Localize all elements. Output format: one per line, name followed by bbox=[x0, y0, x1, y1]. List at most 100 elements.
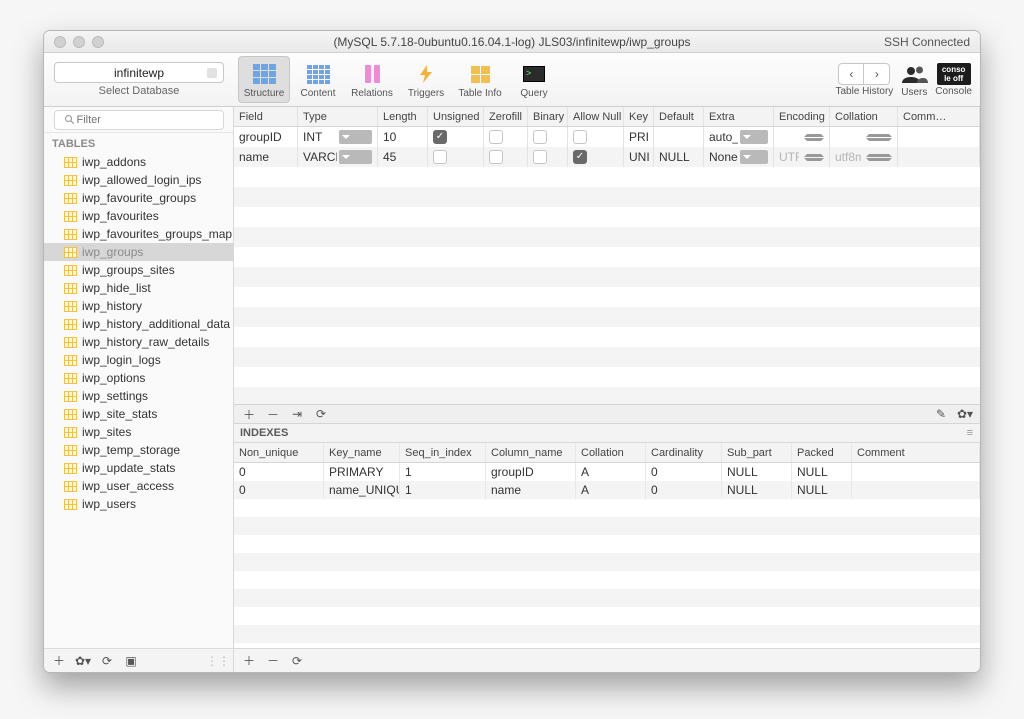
cell-type[interactable]: INT bbox=[298, 127, 378, 147]
table-item[interactable]: iwp_users bbox=[44, 495, 233, 513]
refresh-columns-button[interactable]: ⟳ bbox=[310, 406, 332, 422]
console-button[interactable]: console off Console bbox=[935, 63, 972, 97]
cell-zerofill[interactable] bbox=[484, 127, 528, 147]
idx-collation[interactable]: A bbox=[576, 463, 646, 481]
cell-key[interactable]: UNI bbox=[624, 147, 654, 167]
idx-column[interactable]: name bbox=[486, 481, 576, 499]
idx-column[interactable]: groupID bbox=[486, 463, 576, 481]
idx-header-keyname[interactable]: Key_name bbox=[324, 443, 400, 462]
table-item[interactable]: iwp_sites bbox=[44, 423, 233, 441]
edit-columns-button[interactable]: ✎ bbox=[930, 406, 952, 422]
header-zerofill[interactable]: Zerofill bbox=[484, 107, 528, 126]
triggers-tab[interactable]: Triggers bbox=[400, 56, 452, 103]
header-collation[interactable]: Collation bbox=[830, 107, 898, 126]
cell-length[interactable]: 10 bbox=[378, 127, 428, 147]
window-close-button[interactable] bbox=[54, 36, 66, 48]
table-item[interactable]: iwp_groups_sites bbox=[44, 261, 233, 279]
idx-comment[interactable] bbox=[852, 481, 980, 499]
idx-packed[interactable]: NULL bbox=[792, 481, 852, 499]
idx-cardinality[interactable]: 0 bbox=[646, 463, 722, 481]
table-item[interactable]: iwp_history_raw_details bbox=[44, 333, 233, 351]
table-item[interactable]: iwp_hide_list bbox=[44, 279, 233, 297]
tableinfo-tab[interactable]: Table Info bbox=[454, 56, 506, 103]
idx-header-subpart[interactable]: Sub_part bbox=[722, 443, 792, 462]
content-tab[interactable]: Content bbox=[292, 56, 344, 103]
cell-default[interactable] bbox=[654, 127, 704, 147]
cell-allownull[interactable] bbox=[568, 127, 624, 147]
table-item[interactable]: iwp_history_additional_data bbox=[44, 315, 233, 333]
idx-keyname[interactable]: PRIMARY bbox=[324, 463, 400, 481]
add-index-button[interactable]: ＋ bbox=[238, 652, 260, 670]
cell-extra[interactable]: None bbox=[704, 147, 774, 167]
collapse-handle[interactable]: ⋮⋮ bbox=[207, 652, 229, 670]
idx-header-column[interactable]: Column_name bbox=[486, 443, 576, 462]
table-item[interactable]: iwp_favourite_groups bbox=[44, 189, 233, 207]
refresh-indexes-button[interactable]: ⟳ bbox=[286, 652, 308, 670]
idx-seq[interactable]: 1 bbox=[400, 463, 486, 481]
relations-tab[interactable]: Relations bbox=[346, 56, 398, 103]
cell-comment[interactable] bbox=[898, 147, 980, 167]
filter-input[interactable] bbox=[54, 110, 224, 130]
table-item[interactable]: iwp_options bbox=[44, 369, 233, 387]
table-item[interactable]: iwp_settings bbox=[44, 387, 233, 405]
header-allownull[interactable]: Allow Null bbox=[568, 107, 624, 126]
cell-binary[interactable] bbox=[528, 147, 568, 167]
cell-binary[interactable] bbox=[528, 127, 568, 147]
header-unsigned[interactable]: Unsigned bbox=[428, 107, 484, 126]
window-zoom-button[interactable] bbox=[92, 36, 104, 48]
header-type[interactable]: Type bbox=[298, 107, 378, 126]
idx-nonunique[interactable]: 0 bbox=[234, 463, 324, 481]
cell-field[interactable]: name bbox=[234, 147, 298, 167]
cell-unsigned[interactable] bbox=[428, 127, 484, 147]
table-item[interactable]: iwp_temp_storage bbox=[44, 441, 233, 459]
idx-comment[interactable] bbox=[852, 463, 980, 481]
remove-column-button[interactable]: － bbox=[262, 406, 284, 422]
indexes-view-toggle[interactable]: ≡ bbox=[967, 427, 974, 439]
cell-allownull[interactable] bbox=[568, 147, 624, 167]
duplicate-column-button[interactable]: ⇥ bbox=[286, 406, 308, 422]
idx-packed[interactable]: NULL bbox=[792, 463, 852, 481]
idx-cardinality[interactable]: 0 bbox=[646, 481, 722, 499]
idx-nonunique[interactable]: 0 bbox=[234, 481, 324, 499]
remove-index-button[interactable]: － bbox=[262, 652, 284, 670]
window-minimize-button[interactable] bbox=[73, 36, 85, 48]
idx-seq[interactable]: 1 bbox=[400, 481, 486, 499]
refresh-tables-button[interactable]: ⟳ bbox=[96, 652, 118, 670]
table-item[interactable]: iwp_addons bbox=[44, 153, 233, 171]
toggle-sidebar-button[interactable]: ▣ bbox=[120, 652, 142, 670]
table-item[interactable]: iwp_login_logs bbox=[44, 351, 233, 369]
history-back-button[interactable]: ‹ bbox=[838, 63, 864, 85]
table-item[interactable]: iwp_user_access bbox=[44, 477, 233, 495]
cell-unsigned[interactable] bbox=[428, 147, 484, 167]
query-tab[interactable]: Query bbox=[508, 56, 560, 103]
table-item[interactable]: iwp_favourites_groups_map bbox=[44, 225, 233, 243]
users-button[interactable]: Users bbox=[899, 62, 929, 98]
idx-header-cardinality[interactable]: Cardinality bbox=[646, 443, 722, 462]
header-length[interactable]: Length bbox=[378, 107, 428, 126]
database-select[interactable]: infinitewp bbox=[54, 62, 224, 83]
table-item[interactable]: iwp_groups bbox=[44, 243, 233, 261]
cell-encoding[interactable] bbox=[774, 127, 830, 147]
structure-tab[interactable]: Structure bbox=[238, 56, 290, 103]
add-table-button[interactable]: ＋ bbox=[48, 652, 70, 670]
idx-subpart[interactable]: NULL bbox=[722, 463, 792, 481]
history-forward-button[interactable]: › bbox=[864, 63, 890, 85]
cell-length[interactable]: 45 bbox=[378, 147, 428, 167]
header-default[interactable]: Default bbox=[654, 107, 704, 126]
cell-extra[interactable]: auto_in… bbox=[704, 127, 774, 147]
cell-field[interactable]: groupID bbox=[234, 127, 298, 147]
idx-keyname[interactable]: name_UNIQUE bbox=[324, 481, 400, 499]
table-item[interactable]: iwp_update_stats bbox=[44, 459, 233, 477]
column-row[interactable]: groupIDINT10PRIauto_in… bbox=[234, 127, 980, 147]
cell-zerofill[interactable] bbox=[484, 147, 528, 167]
idx-header-collation[interactable]: Collation bbox=[576, 443, 646, 462]
header-key[interactable]: Key bbox=[624, 107, 654, 126]
cell-encoding[interactable]: UTF-8 bbox=[774, 147, 830, 167]
cell-type[interactable]: VARCHAR bbox=[298, 147, 378, 167]
table-item[interactable]: iwp_history bbox=[44, 297, 233, 315]
cell-default[interactable]: NULL bbox=[654, 147, 704, 167]
cell-comment[interactable] bbox=[898, 127, 980, 147]
table-item[interactable]: iwp_favourites bbox=[44, 207, 233, 225]
column-row[interactable]: nameVARCHAR45UNINULLNoneUTF-8utf8mb4_ bbox=[234, 147, 980, 167]
index-row[interactable]: 0PRIMARY1groupIDA0NULLNULL bbox=[234, 463, 980, 481]
